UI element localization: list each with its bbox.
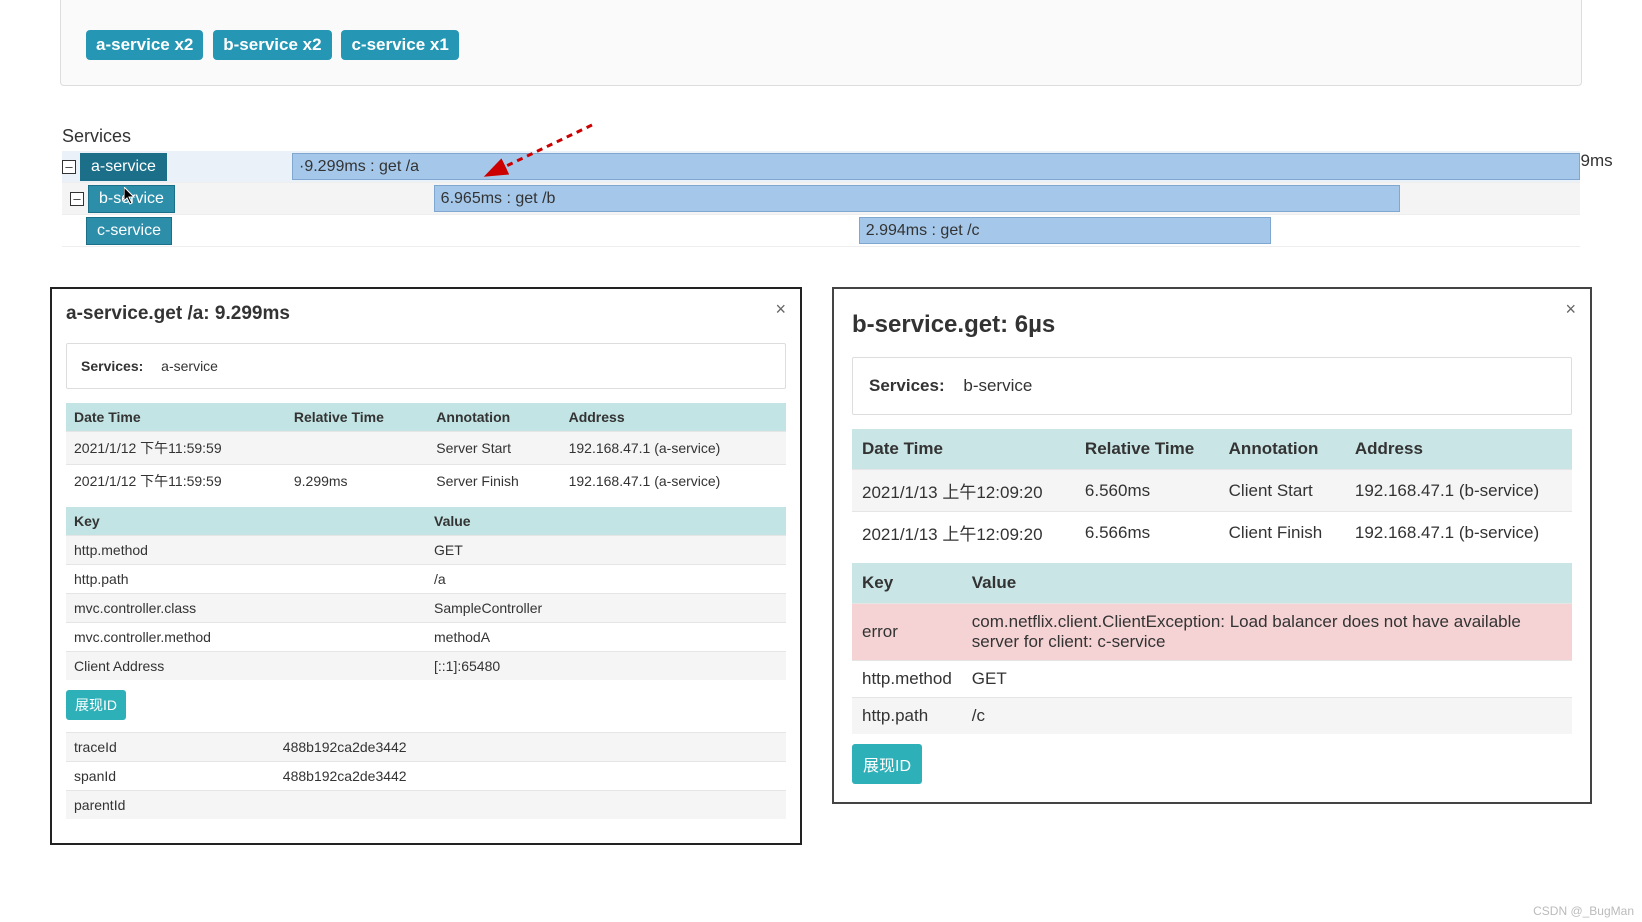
panel-title: a-service.get /a: 9.299ms — [66, 303, 786, 325]
tags-table: Key Value http.methodGET http.path/a mvc… — [66, 507, 786, 680]
services-name: a-service — [161, 358, 218, 374]
services-sub-label: Services: — [869, 376, 945, 395]
table-row: errorcom.netflix.client.ClientException:… — [852, 604, 1572, 661]
show-id-button[interactable]: 展现ID — [66, 690, 126, 720]
table-row: traceId488b192ca2de3442 — [66, 733, 786, 762]
trace-row-c-service[interactable]: c-service 2.994ms : get /c — [62, 215, 1580, 247]
ids-table: traceId488b192ca2de3442 spanId488b192ca2… — [66, 732, 786, 819]
table-row: http.path/a — [66, 565, 786, 594]
col-relative-time: Relative Time — [286, 403, 428, 432]
table-row: Client Address[::1]:65480 — [66, 652, 786, 681]
services-sub-label: Services: — [81, 358, 143, 374]
table-row: mvc.controller.classSampleController — [66, 594, 786, 623]
col-annotation: Annotation — [1219, 429, 1345, 470]
services-name: b-service — [963, 376, 1032, 395]
collapse-toggle-icon[interactable]: – — [62, 160, 76, 174]
service-chip-a[interactable]: a-service — [80, 153, 167, 181]
span-bar-a[interactable]: ·9.299ms : get /a — [292, 153, 1580, 180]
services-heading: Services — [62, 126, 354, 147]
watermark: CSDN @_BugMan — [1533, 904, 1634, 918]
trace-row-a-service[interactable]: – a-service ·9.299ms : get /a — [62, 151, 1580, 183]
col-date-time: Date Time — [66, 403, 286, 432]
col-date-time: Date Time — [852, 429, 1075, 470]
collapse-toggle-icon[interactable]: – — [70, 192, 84, 206]
table-row: http.methodGET — [66, 536, 786, 565]
span-detail-panel-a: × a-service.get /a: 9.299ms Services: a-… — [50, 287, 802, 845]
trace-timeline: – a-service ·9.299ms : get /a – b-servic… — [62, 151, 1580, 247]
show-id-button[interactable]: 展现ID — [852, 744, 922, 784]
service-chip-b[interactable]: b-service — [88, 185, 175, 213]
services-box: Services: a-service — [66, 343, 786, 389]
service-badge-c[interactable]: c-service x1 — [341, 30, 458, 60]
span-detail-panel-b: × b-service.get: 6µs Services: b-service… — [832, 287, 1592, 804]
col-annotation: Annotation — [428, 403, 560, 432]
trace-row-b-service[interactable]: – b-service 6.965ms : get /b — [62, 183, 1580, 215]
table-row: http.path/c — [852, 698, 1572, 735]
col-key: Key — [852, 563, 962, 604]
table-row: parentId — [66, 791, 786, 820]
service-badge-a[interactable]: a-service x2 — [86, 30, 203, 60]
annotation-table: Date Time Relative Time Annotation Addre… — [66, 403, 786, 497]
span-bar-b[interactable]: 6.965ms : get /b — [434, 185, 1400, 212]
close-icon[interactable]: × — [775, 299, 786, 320]
col-key: Key — [66, 507, 426, 536]
close-icon[interactable]: × — [1565, 299, 1576, 320]
services-box: Services: b-service — [852, 357, 1572, 415]
top-service-summary-panel: a-service x2 b-service x2 c-service x1 — [60, 0, 1582, 86]
table-row: http.methodGET — [852, 661, 1572, 698]
span-bar-c[interactable]: 2.994ms : get /c — [859, 217, 1271, 244]
col-relative-time: Relative Time — [1075, 429, 1219, 470]
table-row: 2021/1/13 上午12:09:206.560ms Client Start… — [852, 470, 1572, 512]
table-row: spanId488b192ca2de3442 — [66, 762, 786, 791]
table-row: mvc.controller.methodmethodA — [66, 623, 786, 652]
annotation-table: Date Time Relative Time Annotation Addre… — [852, 429, 1572, 553]
tags-table: Key Value errorcom.netflix.client.Client… — [852, 563, 1572, 734]
col-address: Address — [1345, 429, 1572, 470]
panel-title: b-service.get: 6µs — [852, 311, 1572, 339]
col-value: Value — [962, 563, 1572, 604]
table-row: 2021/1/13 上午12:09:206.566ms Client Finis… — [852, 512, 1572, 554]
table-row: 2021/1/12 下午11:59:599.299ms Server Finis… — [66, 465, 786, 498]
service-chip-c[interactable]: c-service — [86, 217, 172, 245]
col-address: Address — [561, 403, 786, 432]
table-row: 2021/1/12 下午11:59:59 Server Start192.168… — [66, 432, 786, 465]
service-badge-b[interactable]: b-service x2 — [213, 30, 331, 60]
col-value: Value — [426, 507, 786, 536]
